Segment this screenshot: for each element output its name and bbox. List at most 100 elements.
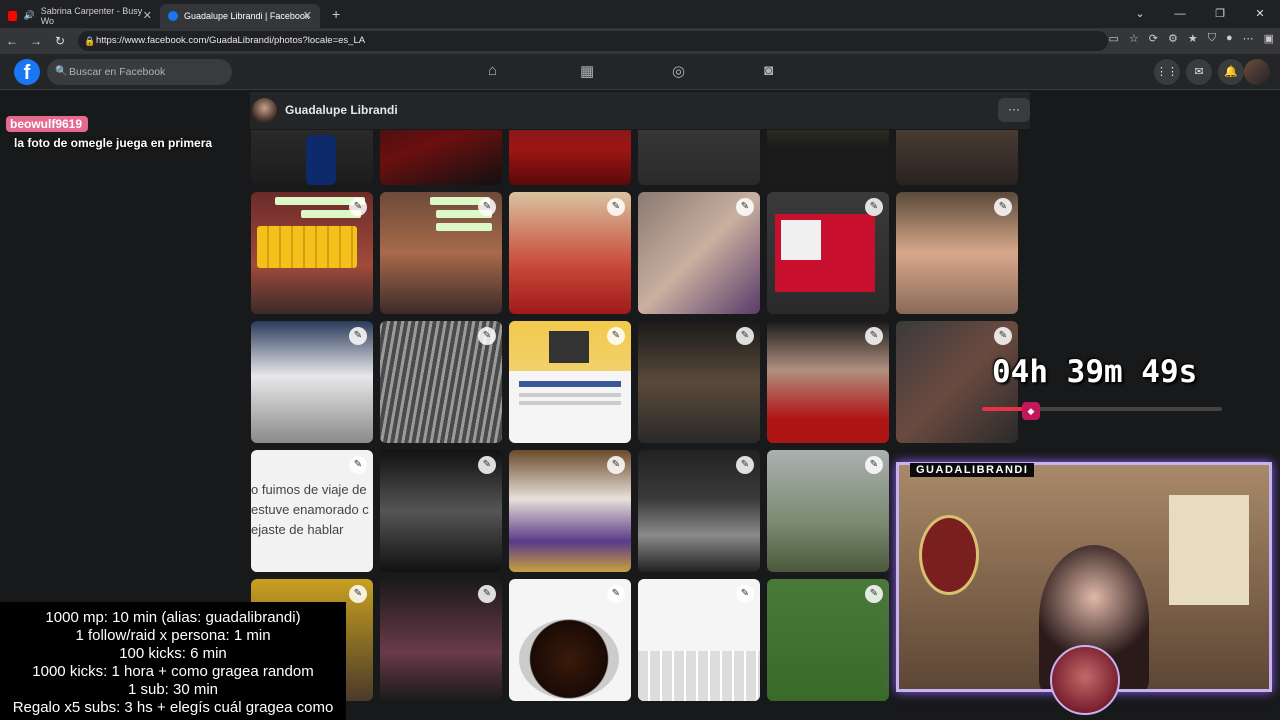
timer-progress-fill bbox=[982, 407, 1026, 411]
extensions-icon[interactable]: ⟳ bbox=[1149, 32, 1158, 45]
edit-pencil-icon[interactable]: ✎ bbox=[736, 198, 754, 216]
groups-icon[interactable]: ◎ bbox=[672, 62, 685, 80]
facebook-icon bbox=[168, 10, 178, 21]
edit-pencil-icon[interactable]: ✎ bbox=[478, 198, 496, 216]
photo-tile[interactable]: ✎ bbox=[638, 192, 760, 314]
marketplace-icon[interactable]: ▦ bbox=[580, 62, 594, 80]
platform-sign-image bbox=[919, 515, 979, 595]
photo-tile[interactable]: ✎ bbox=[251, 321, 373, 443]
edit-pencil-icon[interactable]: ✎ bbox=[865, 585, 883, 603]
photo-tile[interactable] bbox=[509, 130, 631, 185]
menu-grid-icon[interactable]: ⋮⋮ bbox=[1154, 59, 1180, 85]
edit-pencil-icon[interactable]: ✎ bbox=[865, 198, 883, 216]
refresh-icon[interactable]: ↻ bbox=[48, 34, 72, 48]
header-actions: ⋮⋮ ✉ 🔔 bbox=[1154, 59, 1244, 85]
photo-tile[interactable]: ✎ bbox=[380, 321, 502, 443]
close-tab-icon[interactable]: ✕ bbox=[303, 9, 312, 22]
edit-pencil-icon[interactable]: ✎ bbox=[349, 198, 367, 216]
tab-facebook[interactable]: Guadalupe Librandi | Facebook ✕ bbox=[160, 3, 320, 28]
home-icon[interactable]: ⌂ bbox=[488, 62, 497, 79]
photo-tile[interactable] bbox=[251, 130, 373, 185]
edit-pencil-icon[interactable]: ✎ bbox=[349, 585, 367, 603]
star-icon[interactable]: ☆ bbox=[1129, 32, 1139, 45]
edit-pencil-icon[interactable]: ✎ bbox=[994, 327, 1012, 345]
new-tab-button[interactable]: + bbox=[332, 6, 340, 22]
stream-timer: 04h 39m 49s bbox=[992, 354, 1198, 390]
edit-pencil-icon[interactable]: ✎ bbox=[478, 327, 496, 345]
photo-tile[interactable]: ✎ bbox=[767, 450, 889, 572]
edit-pencil-icon[interactable]: ✎ bbox=[607, 327, 625, 345]
search-input[interactable]: 🔍 Buscar en Facebook bbox=[47, 59, 232, 85]
facebook-header: f 🔍 Buscar en Facebook ⌂ ▦ ◎ ◙ ⋮⋮ ✉ 🔔 bbox=[0, 54, 1280, 90]
profile-icon[interactable]: ● bbox=[1226, 32, 1233, 45]
photo-tile[interactable]: ✎ bbox=[767, 579, 889, 701]
photo-tile[interactable]: ✎ bbox=[509, 321, 631, 443]
edit-pencil-icon[interactable]: ✎ bbox=[736, 327, 754, 345]
facebook-logo-icon[interactable]: f bbox=[14, 59, 40, 85]
photo-tile[interactable]: ✎ bbox=[380, 579, 502, 701]
gaming-icon[interactable]: ◙ bbox=[764, 62, 773, 79]
tab-youtube[interactable]: 🔊 Sabrina Carpenter - Busy Wo ✕ bbox=[0, 4, 160, 28]
close-window-button[interactable]: ✕ bbox=[1240, 0, 1280, 28]
puzzle-icon[interactable]: ⚙ bbox=[1168, 32, 1178, 45]
edit-pencil-icon[interactable]: ✎ bbox=[607, 585, 625, 603]
photo-tile[interactable]: ✎ bbox=[638, 321, 760, 443]
edit-pencil-icon[interactable]: ✎ bbox=[478, 456, 496, 474]
photo-tile[interactable] bbox=[767, 130, 889, 185]
photo-tile[interactable]: o fuimos de viaje de estuve enamorado c … bbox=[251, 450, 373, 572]
more-icon[interactable]: ⋯ bbox=[1243, 32, 1254, 45]
rule-line: 1000 mp: 10 min (alias: guadalibrandi) bbox=[45, 609, 301, 626]
rule-line: 1 follow/raid x persona: 1 min bbox=[75, 627, 271, 644]
more-options-button[interactable]: ··· bbox=[998, 98, 1030, 122]
messenger-icon[interactable]: ✉ bbox=[1186, 59, 1212, 85]
photo-tile[interactable] bbox=[638, 130, 760, 185]
edit-pencil-icon[interactable]: ✎ bbox=[349, 327, 367, 345]
forward-icon[interactable]: → bbox=[24, 34, 48, 48]
bell-icon[interactable]: 🔔 bbox=[1218, 59, 1244, 85]
streamer-avatar bbox=[1050, 645, 1120, 715]
account-avatar[interactable] bbox=[1244, 59, 1270, 85]
photo-tile[interactable]: ✎ bbox=[380, 450, 502, 572]
photo-tile[interactable] bbox=[380, 130, 502, 185]
photo-tile[interactable]: ✎ bbox=[380, 192, 502, 314]
speaker-icon[interactable]: 🔊 bbox=[23, 10, 34, 21]
edit-pencil-icon[interactable]: ✎ bbox=[607, 198, 625, 216]
close-tab-icon[interactable]: ✕ bbox=[143, 9, 152, 22]
timer-progress-bar bbox=[982, 407, 1222, 411]
photo-tile[interactable]: ✎ bbox=[638, 579, 760, 701]
edit-pencil-icon[interactable]: ✎ bbox=[865, 456, 883, 474]
rule-line: 1000 kicks: 1 hora + como gragea random bbox=[32, 663, 314, 680]
edit-pencil-icon[interactable]: ✎ bbox=[349, 456, 367, 474]
photo-tile[interactable]: ✎ bbox=[251, 192, 373, 314]
edit-pencil-icon[interactable]: ✎ bbox=[478, 585, 496, 603]
photo-tile[interactable]: ✎ bbox=[509, 192, 631, 314]
rule-line: Regalo x5 subs: 3 hs + elegís cuál grage… bbox=[12, 699, 334, 716]
profile-avatar[interactable] bbox=[252, 98, 277, 123]
photo-tile[interactable] bbox=[896, 130, 1018, 185]
rule-line: 1 sub: 30 min bbox=[127, 681, 219, 698]
photo-tile[interactable]: ✎ bbox=[638, 450, 760, 572]
shield-icon[interactable]: ⛉ bbox=[1208, 32, 1216, 45]
edit-pencil-icon[interactable]: ✎ bbox=[736, 456, 754, 474]
photo-tile[interactable]: ✎ bbox=[509, 579, 631, 701]
edit-pencil-icon[interactable]: ✎ bbox=[865, 327, 883, 345]
edit-pencil-icon[interactable]: ✎ bbox=[994, 198, 1012, 216]
minimize-button[interactable]: — bbox=[1160, 0, 1200, 28]
lock-icon[interactable]: 🔒 bbox=[84, 31, 95, 51]
edit-pencil-icon[interactable]: ✎ bbox=[736, 585, 754, 603]
profile-name[interactable]: Guadalupe Librandi bbox=[285, 103, 398, 117]
maximize-button[interactable]: ❐ bbox=[1200, 0, 1240, 28]
profile-sticky-bar: Guadalupe Librandi ··· bbox=[250, 92, 1030, 129]
tab-search-icon[interactable]: ⌄ bbox=[1120, 0, 1160, 28]
photo-tile[interactable]: ✎ bbox=[767, 192, 889, 314]
photo-tile[interactable]: ✎ bbox=[509, 450, 631, 572]
sidebar-icon[interactable]: ▣ bbox=[1264, 32, 1274, 45]
favorites-icon[interactable]: ★ bbox=[1188, 32, 1198, 45]
photo-tile[interactable]: ✎ bbox=[896, 192, 1018, 314]
cam-name-label: GUADALIBRANDI bbox=[910, 463, 1035, 477]
url-field[interactable]: 🔒 https://www.facebook.com/GuadaLibrandi… bbox=[78, 31, 1108, 51]
photo-tile[interactable]: ✎ bbox=[767, 321, 889, 443]
back-icon[interactable]: ← bbox=[0, 34, 24, 48]
reader-icon[interactable]: ▭ bbox=[1108, 32, 1118, 45]
edit-pencil-icon[interactable]: ✎ bbox=[607, 456, 625, 474]
